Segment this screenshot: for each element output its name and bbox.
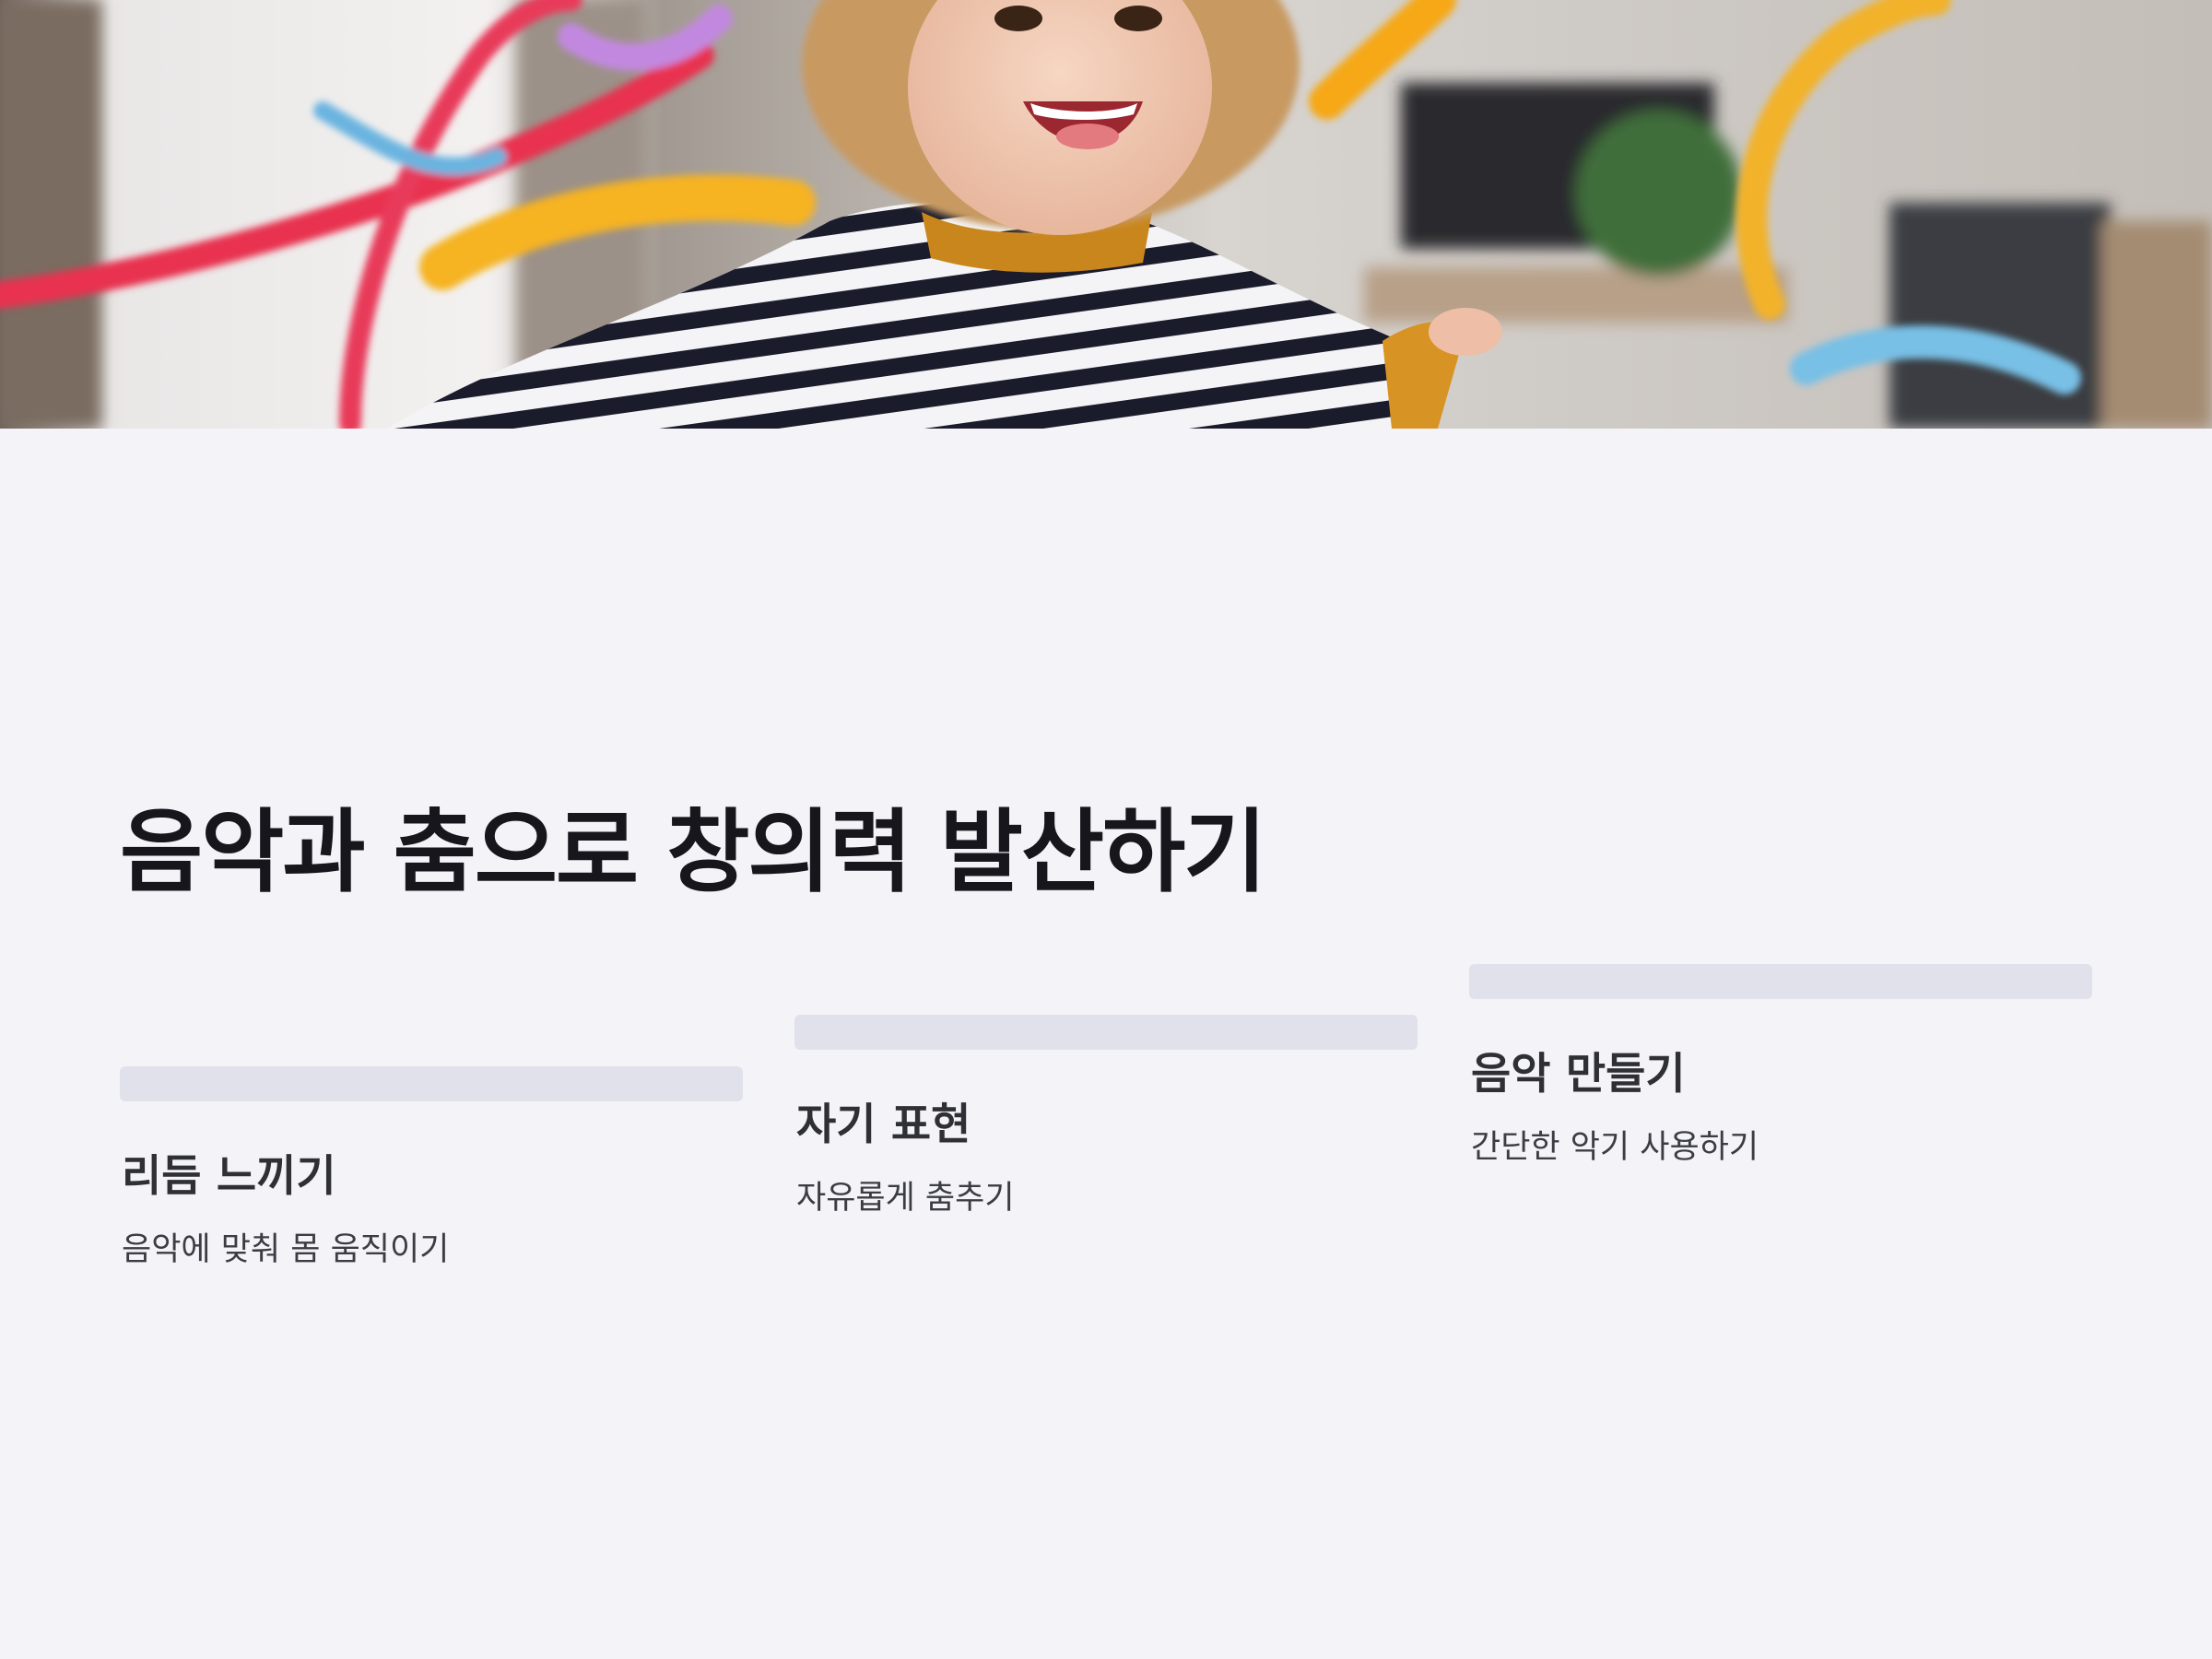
feature-card-make-music: 음악 만들기 간단한 악기 사용하기: [1469, 964, 2092, 1167]
card-accent-bar: [1469, 964, 2092, 999]
card-accent-bar: [120, 1066, 743, 1101]
card-description: 간단한 악기 사용하기: [1471, 1129, 1759, 1167]
card-description: 음악에 맞춰 몸 움직이기: [122, 1231, 450, 1269]
card-title: 자기 표현: [796, 1100, 971, 1150]
card-title: 리듬 느끼기: [122, 1151, 336, 1202]
card-accent-bar: [794, 1015, 1418, 1050]
hero-image: [0, 0, 2212, 429]
child-dancing-photo: [0, 0, 2212, 429]
feature-card-rhythm: 리듬 느끼기 음악에 맞춰 몸 움직이기: [120, 1066, 743, 1269]
card-title: 음악 만들기: [1471, 1049, 1686, 1100]
feature-card-self-expression: 자기 표현 자유롭게 춤추기: [794, 1015, 1418, 1218]
page-title: 음악과 춤으로 창의력 발산하기: [120, 800, 1266, 905]
card-description: 자유롭게 춤추기: [796, 1180, 1015, 1218]
